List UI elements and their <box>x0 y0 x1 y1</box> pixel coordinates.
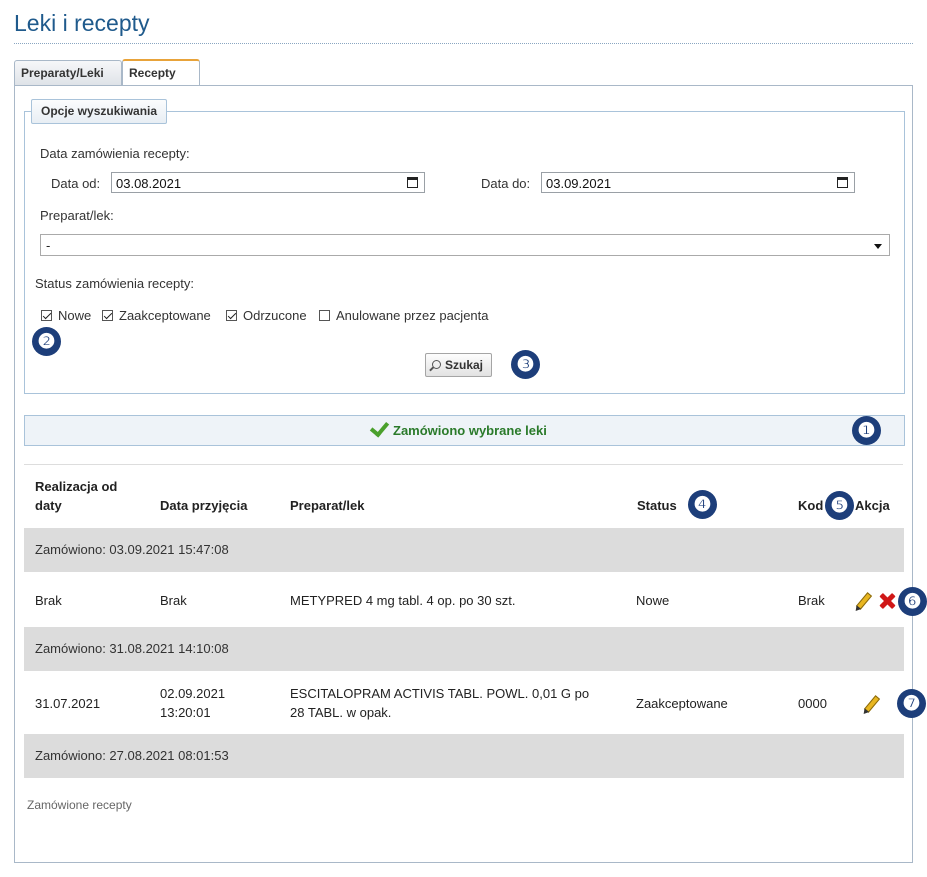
checkbox-label: Odrzucone <box>243 308 307 323</box>
column-header-data-przyjecia: Data przyjęcia <box>160 498 248 513</box>
group-label: Zamówiono: 03.09.2021 15:47:08 <box>35 542 229 557</box>
group-label: Zamówiono: 31.08.2021 14:10:08 <box>35 641 229 656</box>
divider <box>24 464 903 465</box>
status-label: Status zamówienia recepty: <box>35 276 194 291</box>
cell-realizacja: Brak <box>35 593 62 608</box>
checkmark-icon <box>369 417 390 438</box>
checkbox-label: Zaakceptowane <box>119 308 211 323</box>
checkbox-label: Anulowane przez pacjenta <box>336 308 489 323</box>
column-header-status: Status <box>637 498 677 513</box>
calendar-icon[interactable] <box>837 177 848 188</box>
search-options-legend: Opcje wyszukiwania <box>31 99 168 124</box>
status-checkbox-odrzucone[interactable]: Odrzucone <box>226 308 307 323</box>
page-title: Leki i recepty <box>14 10 150 36</box>
search-icon <box>432 359 441 369</box>
recepty-panel: Data zamówienia recepty: Data od: 03.08.… <box>14 85 927 863</box>
date-group-label: Data zamówienia recepty: <box>40 146 190 161</box>
cell-status: Zaakceptowane <box>636 696 728 711</box>
column-header-akcja: Akcja <box>855 498 890 513</box>
search-button[interactable]: Szukaj <box>425 353 493 377</box>
cell-kod: 0000 <box>798 696 827 711</box>
cell-data-przyjecia: 02.09.2021 13:20:01 <box>160 686 226 720</box>
preparat-select-value: - <box>46 238 51 253</box>
checkbox-checked-icon[interactable] <box>41 310 52 321</box>
search-button-label: Szukaj <box>445 358 484 372</box>
edit-pencil-icon[interactable] <box>863 695 881 713</box>
calendar-icon[interactable] <box>407 177 418 188</box>
date-to-input[interactable]: 03.09.2021 <box>541 172 855 193</box>
checkbox-checked-icon[interactable] <box>226 310 237 321</box>
cell-status: Nowe <box>636 593 670 608</box>
cell-preparat: ESCITALOPRAM ACTIVIS TABL. POWL. 0,01 G … <box>290 686 590 720</box>
date-from-label: Data od: <box>51 176 101 191</box>
delete-x-icon[interactable] <box>879 593 895 609</box>
column-header-preparat: Preparat/lek <box>290 498 365 513</box>
checkbox-label: Nowe <box>58 308 92 323</box>
annotation-badge-5: ❺ <box>825 491 854 520</box>
group-header-row: Zamówiono: 27.08.2021 08:01:53 <box>24 734 904 778</box>
status-message-box: Zamówiono wybrane leki ❶ <box>24 415 905 446</box>
status-message: Zamówiono wybrane leki <box>369 417 547 439</box>
annotation-badge-1: ❶ <box>852 416 881 445</box>
footer-caption: Zamówione recepty <box>27 798 132 812</box>
preparat-label: Preparat/lek: <box>40 208 114 223</box>
group-label: Zamówiono: 27.08.2021 08:01:53 <box>35 748 229 763</box>
edit-pencil-icon[interactable] <box>855 592 873 610</box>
checkbox-unchecked-icon[interactable] <box>319 310 330 321</box>
tab-preparaty-leki[interactable]: Preparaty/Leki <box>14 60 122 85</box>
date-from-value: 03.08.2021 <box>116 176 182 191</box>
date-from-input[interactable]: 03.08.2021 <box>111 172 425 193</box>
preparat-select[interactable]: - <box>40 234 890 256</box>
status-checkbox-anulowane[interactable]: Anulowane przez pacjenta <box>319 308 489 323</box>
tab-recepty[interactable]: Recepty <box>122 59 200 87</box>
annotation-badge-4: ❹ <box>688 490 717 519</box>
column-header-kod: Kod <box>798 498 824 513</box>
status-checkbox-nowe[interactable]: Nowe <box>41 308 91 323</box>
annotation-badge-3: ❸ <box>511 350 540 379</box>
cell-data-przyjecia: Brak <box>160 593 187 608</box>
cell-kod: Brak <box>798 593 825 608</box>
cell-realizacja: 31.07.2021 <box>35 696 101 711</box>
annotation-badge-6: ❻ <box>898 587 927 616</box>
group-header-row: Zamówiono: 31.08.2021 14:10:08 <box>24 627 904 671</box>
column-header-realizacja: Realizacja od daty <box>35 479 118 513</box>
annotation-badge-7: ❼ <box>897 689 926 718</box>
group-header-row: Zamówiono: 03.09.2021 15:47:08 <box>24 528 904 572</box>
date-to-label: Data do: <box>481 176 531 191</box>
date-to-value: 03.09.2021 <box>546 176 612 191</box>
title-divider <box>14 43 913 44</box>
checkbox-checked-icon[interactable] <box>102 310 113 321</box>
status-message-text: Zamówiono wybrane leki <box>393 423 547 438</box>
search-options-fieldset: Data zamówienia recepty: Data od: 03.08.… <box>24 111 905 394</box>
annotation-badge-2: ❷ <box>32 327 61 356</box>
status-checkbox-zaakceptowane[interactable]: Zaakceptowane <box>102 308 211 323</box>
chevron-down-icon <box>874 244 882 249</box>
cell-preparat: METYPRED 4 mg tabl. 4 op. po 30 szt. <box>290 593 516 608</box>
